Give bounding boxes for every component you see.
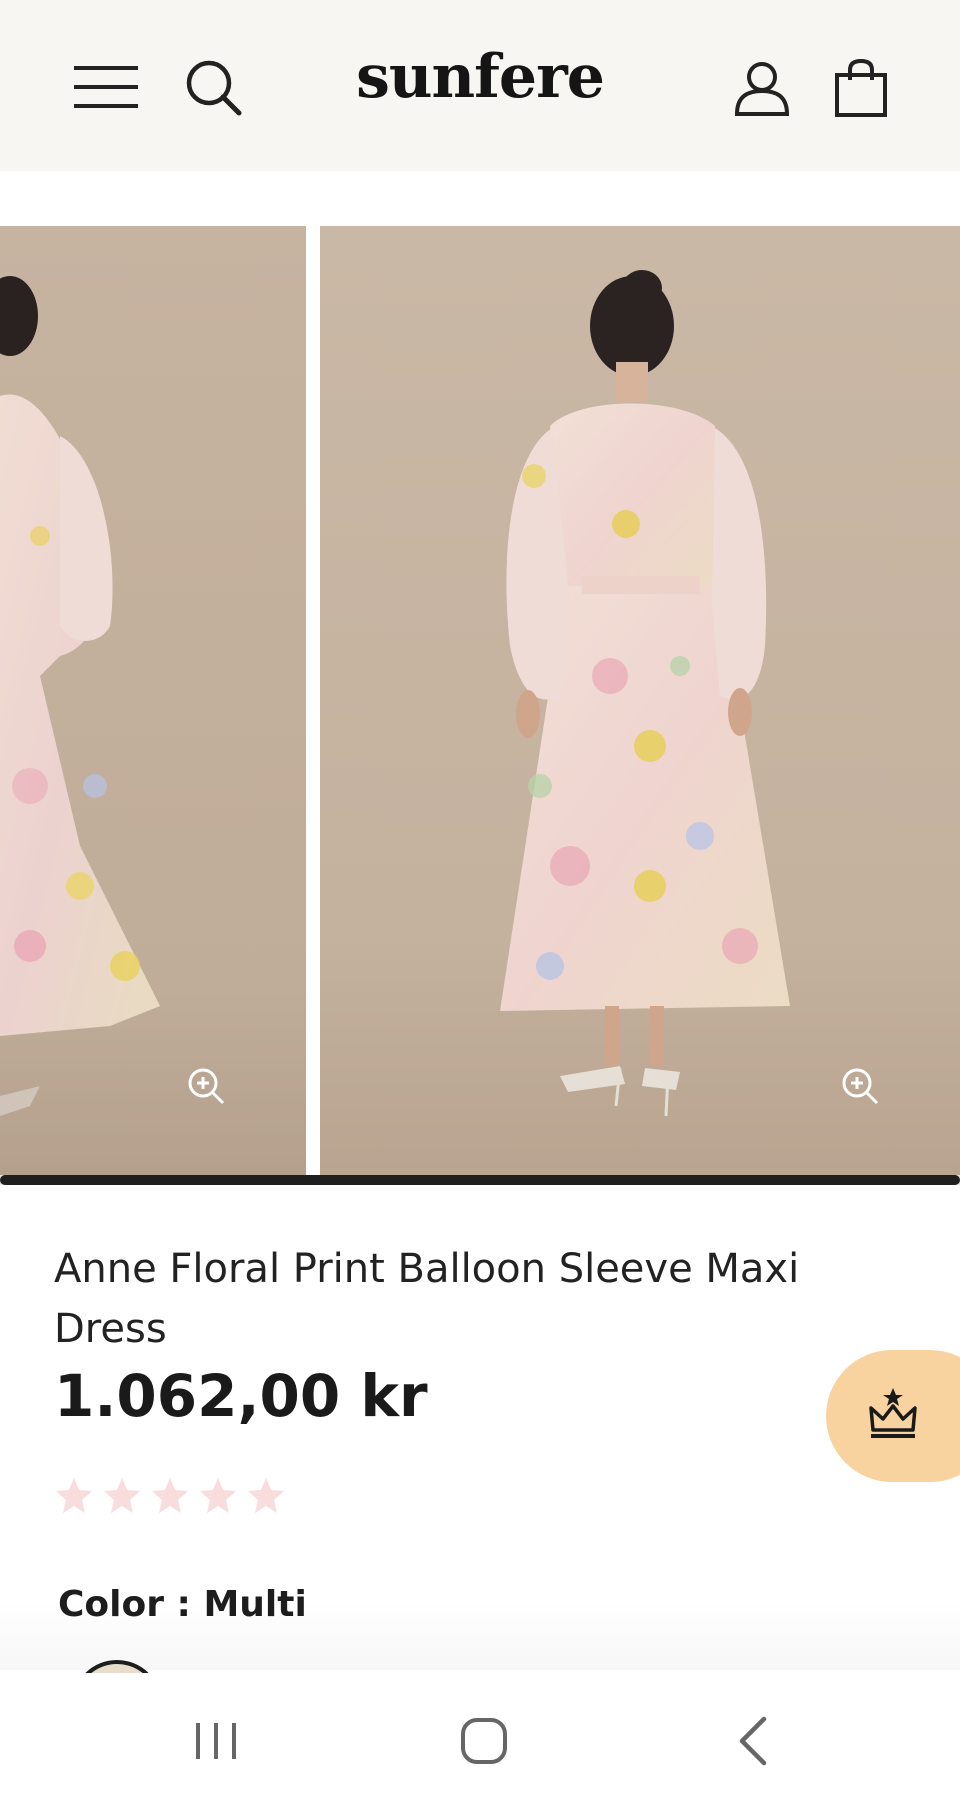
star-icon	[152, 1478, 188, 1513]
brand-logo[interactable]: sunfere	[300, 42, 660, 112]
gallery-progress-fill	[0, 1175, 960, 1185]
zoom-in-icon[interactable]	[186, 1066, 226, 1106]
product-image-gallery[interactable]	[0, 226, 960, 1176]
product-image-back[interactable]	[320, 226, 960, 1176]
user-icon[interactable]	[734, 60, 790, 116]
recent-apps-icon[interactable]	[186, 1711, 246, 1771]
product-price: 1.062,00 kr	[54, 1362, 428, 1430]
star-icon	[200, 1478, 236, 1513]
search-icon[interactable]	[184, 58, 244, 118]
home-icon[interactable]	[454, 1711, 514, 1771]
star-icon	[104, 1478, 140, 1513]
rating-stars[interactable]	[54, 1476, 286, 1516]
gallery-progress-track[interactable]	[0, 1175, 960, 1185]
hamburger-menu-icon[interactable]	[74, 62, 140, 112]
zoom-in-icon[interactable]	[840, 1066, 880, 1106]
star-icon	[248, 1478, 284, 1513]
back-icon[interactable]	[724, 1711, 784, 1771]
color-separator: :	[163, 1584, 204, 1625]
product-title: Anne Floral Print Balloon Sleeve Maxi Dr…	[54, 1245, 800, 1352]
color-value: Multi	[203, 1584, 307, 1625]
color-selector-label: Color : Multi	[58, 1584, 307, 1625]
system-navigation-bar	[0, 1673, 960, 1803]
product-image-side[interactable]	[0, 226, 306, 1176]
loyalty-button[interactable]	[826, 1350, 960, 1482]
color-label: Color	[58, 1584, 164, 1625]
site-header: sunfere	[0, 0, 960, 171]
crown-icon	[869, 1388, 917, 1438]
shopping-bag-icon[interactable]	[834, 58, 888, 118]
star-icon	[56, 1478, 92, 1513]
